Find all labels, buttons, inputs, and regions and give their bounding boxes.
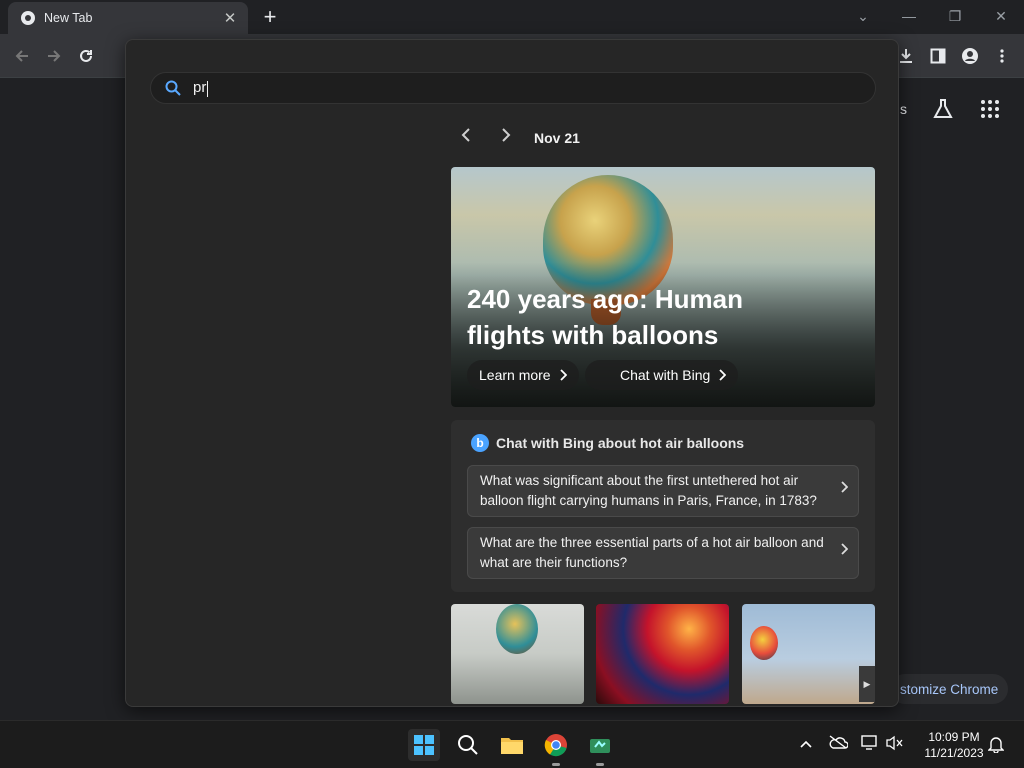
- windows-logo-icon: [414, 735, 434, 755]
- folder-icon: [501, 738, 523, 754]
- carousel-next-button[interactable]: ▶: [859, 666, 875, 702]
- thumbnail-balloon-festival[interactable]: [742, 604, 875, 704]
- restore-button[interactable]: ❐: [940, 4, 970, 28]
- system-clock[interactable]: 10:09 PM 11/21/2023: [912, 729, 996, 761]
- hero-card[interactable]: 240 years ago: Human flights with balloo…: [451, 167, 875, 407]
- chat-with-bing-button[interactable]: Chat with Bing: [585, 360, 739, 390]
- chevron-right-icon: [841, 481, 848, 493]
- text-caret: [207, 80, 209, 97]
- tab-new-tab[interactable]: New Tab ✕: [8, 2, 248, 34]
- chrome-icon: [21, 11, 35, 25]
- previous-day-button[interactable]: [456, 126, 476, 150]
- forward-arrow-icon: [48, 50, 61, 62]
- search-icon: [458, 735, 478, 755]
- images-link-partial[interactable]: s: [900, 101, 907, 117]
- download-icon: [900, 49, 912, 63]
- clock-time: 10:09 PM: [928, 730, 980, 744]
- side-panel-icon: [930, 48, 946, 64]
- chrome-icon: [544, 734, 567, 757]
- profile-button[interactable]: [956, 42, 984, 70]
- date-navigator: Nov 21: [456, 126, 580, 150]
- bing-icon: b: [471, 434, 489, 452]
- chevron-left-icon: [461, 128, 470, 142]
- chat-suggestion[interactable]: What was significant about the first unt…: [467, 465, 859, 517]
- chat-card-header: b Chat with Bing about hot air balloons: [471, 434, 744, 452]
- hero-headline: 240 years ago: Human flights with balloo…: [467, 284, 744, 350]
- chevron-right-icon: [719, 369, 727, 381]
- onedrive-icon[interactable]: [828, 735, 849, 755]
- file-explorer-button[interactable]: [496, 729, 528, 761]
- date-label: Nov 21: [534, 130, 580, 146]
- omnibox-dropdown-panel: pr Nov 21 240 years ago: Human flights w…: [125, 39, 899, 707]
- reload-icon: [80, 49, 92, 62]
- close-window-button[interactable]: ✕: [986, 4, 1016, 28]
- bing-chat-card: b Chat with Bing about hot air balloons …: [451, 420, 875, 592]
- chrome-taskbar-button[interactable]: [540, 729, 572, 766]
- thumbnail-balloon-burner[interactable]: [596, 604, 729, 704]
- start-button[interactable]: [408, 729, 440, 761]
- windows-taskbar: 10:09 PM 11/21/2023: [0, 720, 1024, 768]
- side-panel-button[interactable]: [924, 42, 952, 70]
- tab-search-icon[interactable]: ⌄: [848, 4, 878, 28]
- omnibox-query: pr: [193, 79, 209, 97]
- chevron-right-icon: [841, 543, 848, 555]
- search-icon: [165, 80, 181, 96]
- next-day-button[interactable]: [496, 126, 516, 150]
- network-icon[interactable]: [860, 735, 880, 755]
- profile-icon: [962, 48, 978, 64]
- reload-button[interactable]: [72, 42, 100, 70]
- clock-date: 11/21/2023: [924, 746, 984, 760]
- forward-button[interactable]: [40, 42, 68, 70]
- apps-grid-icon[interactable]: [980, 99, 1000, 119]
- app-taskbar-button[interactable]: [584, 729, 616, 766]
- minimize-button[interactable]: —: [894, 4, 924, 28]
- tab-strip: New Tab ✕ + ⌄ — ❐ ✕: [0, 0, 1024, 34]
- taskbar-search-button[interactable]: [452, 729, 484, 761]
- menu-button[interactable]: [988, 42, 1016, 70]
- thumbnail-balloon-illustration[interactable]: [451, 604, 584, 704]
- back-arrow-icon: [15, 50, 28, 62]
- app-window-icon: [590, 739, 610, 753]
- back-button[interactable]: [8, 42, 36, 70]
- chat-suggestion[interactable]: What are the three essential parts of a …: [467, 527, 859, 579]
- tab-close-icon[interactable]: ✕: [222, 9, 238, 27]
- customize-chrome-button[interactable]: stomize Chrome: [890, 674, 1008, 704]
- learn-more-button[interactable]: Learn more: [467, 360, 579, 390]
- show-hidden-icons-button[interactable]: [796, 735, 816, 755]
- notification-bell-icon[interactable]: [986, 735, 1006, 755]
- kebab-menu-icon: [1000, 49, 1004, 63]
- chevron-up-icon: [800, 740, 812, 748]
- chevron-right-icon: [502, 128, 511, 142]
- chevron-right-icon: [559, 369, 567, 381]
- volume-muted-icon[interactable]: [884, 735, 904, 755]
- new-tab-button[interactable]: +: [258, 6, 282, 30]
- tab-title: New Tab: [44, 11, 93, 25]
- labs-flask-icon[interactable]: [932, 98, 954, 120]
- image-carousel: ▶: [451, 604, 875, 704]
- omnibox-input[interactable]: pr: [150, 72, 876, 104]
